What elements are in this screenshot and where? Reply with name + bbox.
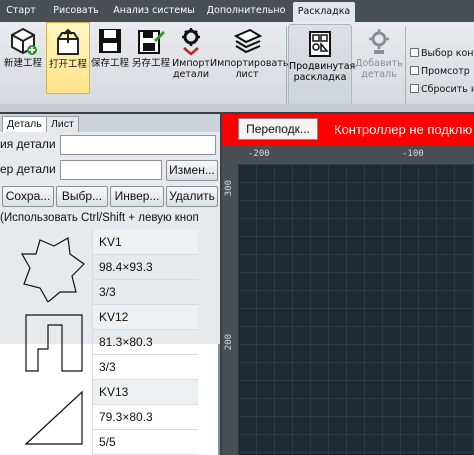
part-quantity: 5/5: [92, 430, 198, 455]
list-item[interactable]: KV12 81.3×80.3 3/3: [0, 305, 220, 380]
part-size: 81.3×80.3: [92, 330, 198, 355]
advanced-layout-label-2: раскладка: [293, 72, 347, 83]
import-sheet-label-1: Импортировать: [210, 58, 289, 69]
advanced-layout-button[interactable]: Продвинутая раскладка: [288, 24, 356, 108]
open-project-label: 打开工程: [48, 59, 87, 70]
save-as-icon: [138, 30, 165, 54]
reconnect-button[interactable]: Переподк...: [238, 118, 318, 140]
tab-detail[interactable]: Деталь: [2, 116, 47, 132]
tab-start[interactable]: Старт: [2, 0, 40, 22]
detail-name-label: ия детали: [0, 137, 56, 151]
add-gear-icon: [369, 29, 389, 54]
preview-icon: [410, 66, 419, 75]
part-quantity: 3/3: [92, 355, 198, 380]
import-detail-label-2: детали: [172, 69, 209, 80]
reset-label: Сбросить на: [421, 84, 474, 95]
add-detail-button[interactable]: Добавить деталь: [354, 22, 404, 94]
select-contour-label: Выбор конт: [421, 48, 474, 59]
reset-button[interactable]: Сбросить на: [410, 82, 474, 98]
part-shape-thumbnail: [24, 390, 83, 445]
new-project-label: 新建工程: [3, 58, 42, 69]
save-as-project-button[interactable]: 另存工程: [130, 22, 172, 94]
part-name: KV13: [92, 380, 198, 405]
tab-system-analysis[interactable]: Анализ системы: [108, 0, 200, 22]
part-quantity: 3/3: [92, 280, 198, 305]
ribbon-tab-bar: Старт Рисовать Анализ системы Дополнител…: [0, 0, 474, 22]
layout-sheet-icon: [309, 31, 331, 57]
ruler-label: -100: [402, 149, 424, 159]
import-detail-button[interactable]: Импорт детали: [172, 22, 210, 94]
save-project-button[interactable]: 保存工程: [90, 22, 130, 94]
gear-import-icon: [182, 28, 200, 56]
tab-layout[interactable]: Раскладка: [293, 2, 355, 22]
import-sheet-label-2: лист: [235, 69, 259, 80]
reset-icon: [410, 84, 419, 93]
preview-button[interactable]: Промсотр: [410, 64, 470, 80]
import-detail-label-1: Импорт: [172, 58, 210, 69]
ruler-label: 300: [224, 180, 234, 197]
part-size: 98.4×93.3: [92, 255, 198, 280]
part-shape-thumbnail: [25, 314, 83, 372]
save-project-label: 保存工程: [90, 58, 129, 69]
controller-status-bar: Переподк... Контроллер не подклю: [222, 114, 474, 146]
vertical-ruler: 300 200: [222, 164, 238, 455]
open-project-button[interactable]: 打开工程: [46, 22, 90, 94]
preview-label: Промсотр: [421, 66, 470, 77]
ruler-label: 200: [224, 334, 234, 351]
part-size: 79.3×80.3: [92, 405, 198, 430]
open-box-icon: [57, 28, 79, 55]
cube-icon: [11, 27, 37, 55]
invert-button[interactable]: Инвер...: [110, 186, 164, 207]
selection-hint: (Использовать Ctrl/Shift + левую кноп: [0, 212, 199, 224]
ruler-label: -200: [248, 149, 270, 159]
add-detail-label-1: Добавить: [355, 58, 403, 69]
detail-number-label: ер детали: [0, 162, 56, 176]
save-as-project-label: 另存工程: [131, 58, 170, 69]
change-button[interactable]: Измен...: [166, 160, 218, 181]
sheets-stack-icon: [233, 28, 262, 54]
select-detail-button[interactable]: Выбр...: [56, 186, 108, 207]
ribbon: 新建工程 打开工程 保存工程 另存工程 Импорт детали Импорт…: [0, 22, 474, 112]
detail-panel: Деталь Лист ия детали ер детали Измен...…: [0, 114, 220, 455]
advanced-layout-label-1: Продвинутая: [289, 61, 356, 72]
horizontal-ruler: -200 -100: [222, 146, 474, 164]
ribbon-separator: [405, 26, 406, 110]
delete-button[interactable]: Удалить: [166, 186, 218, 207]
add-detail-label-2: деталь: [361, 69, 397, 80]
layout-canvas[interactable]: [238, 164, 474, 455]
controller-status-message: Контроллер не подклю: [334, 122, 473, 137]
list-item[interactable]: KV1 98.4×93.3 3/3: [0, 230, 220, 305]
list-item[interactable]: KV13 79.3×80.3 5/5: [0, 380, 220, 455]
ribbon-separator: [286, 26, 287, 110]
ribbon-group-footer: [0, 104, 474, 112]
tab-draw[interactable]: Рисовать: [50, 0, 102, 22]
save-detail-button[interactable]: Сохра...: [2, 186, 54, 207]
part-name: KV12: [92, 305, 198, 330]
select-icon: [410, 48, 419, 57]
floppy-disk-icon: [99, 29, 121, 53]
import-sheet-button[interactable]: Импортировать лист: [210, 22, 289, 94]
part-name: KV1: [92, 230, 198, 255]
tab-sheet[interactable]: Лист: [46, 116, 79, 132]
panel-tabs: Деталь Лист: [0, 114, 220, 132]
select-contour-button[interactable]: Выбор конт: [410, 46, 474, 62]
tab-additional[interactable]: Дополнительно: [202, 0, 290, 22]
part-shape-thumbnail: [20, 237, 85, 302]
detail-name-input[interactable]: [60, 135, 216, 155]
new-project-button[interactable]: 新建工程: [0, 22, 46, 94]
detail-number-input[interactable]: [60, 160, 162, 180]
